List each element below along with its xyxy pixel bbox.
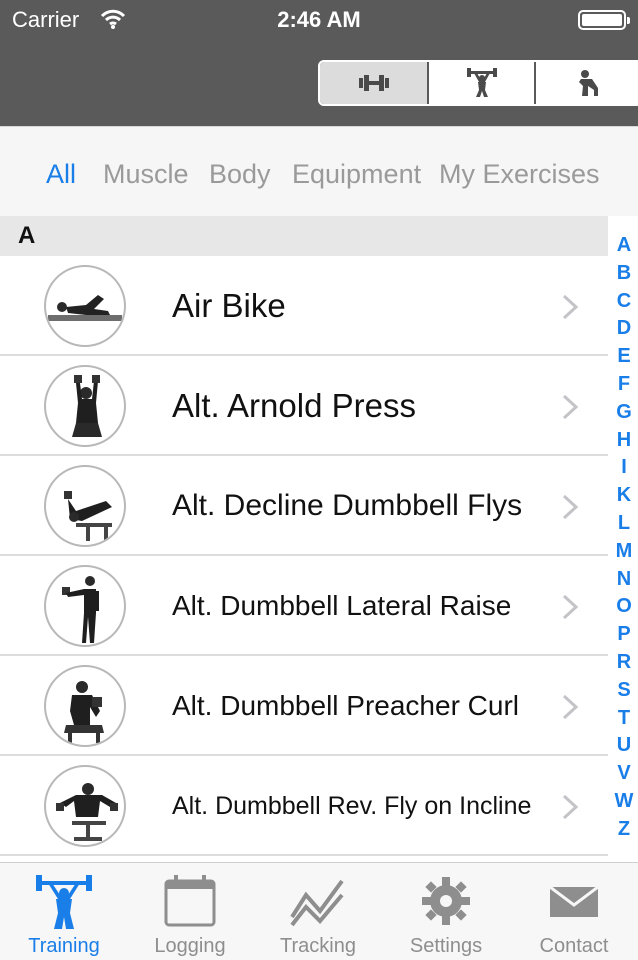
tab-label: Logging xyxy=(154,935,226,957)
index-letter[interactable]: F xyxy=(610,371,638,399)
chevron-right-icon xyxy=(562,694,579,720)
exercise-row[interactable]: Air Bike xyxy=(0,256,608,356)
tab-label: Training xyxy=(28,935,100,957)
index-letter[interactable]: N xyxy=(610,566,638,594)
index-letter[interactable]: T xyxy=(610,705,638,733)
stretch-icon xyxy=(578,70,598,96)
filter-bar: All Muscle Body Equipment My Exercises xyxy=(0,126,638,216)
navigation-header: Carrier 2:46 AM xyxy=(0,0,638,126)
exercise-thumbnail xyxy=(44,765,126,847)
exercise-name: Alt. Arnold Press xyxy=(172,387,416,424)
index-letter[interactable]: B xyxy=(610,260,638,288)
tab-settings[interactable]: Settings xyxy=(382,863,510,960)
tab-all[interactable]: All xyxy=(46,159,76,190)
exercise-name: Air Bike xyxy=(172,287,286,324)
index-letter[interactable]: L xyxy=(610,510,638,538)
index-letter[interactable]: C xyxy=(610,288,638,316)
segment-stretch[interactable] xyxy=(534,62,638,104)
exercise-name: Alt. Dumbbell Preacher Curl xyxy=(172,690,520,721)
tab-logging[interactable]: Logging xyxy=(126,863,254,960)
index-letter[interactable]: H xyxy=(610,427,638,455)
tab-label: Contact xyxy=(539,935,609,957)
envelope-icon xyxy=(549,885,599,917)
chart-line-icon xyxy=(290,879,344,927)
status-bar: Carrier 2:46 AM xyxy=(0,0,638,40)
tab-my-exercises[interactable]: My Exercises xyxy=(439,159,600,190)
index-letter[interactable]: P xyxy=(610,621,638,649)
section-header: A xyxy=(0,216,608,256)
exercise-name: Alt. Decline Dumbbell Flys xyxy=(172,489,523,522)
exercise-row[interactable]: Alt. Dumbbell Rev. Fly on Incline xyxy=(0,756,608,856)
tab-label: Settings xyxy=(409,935,483,957)
gear-icon xyxy=(422,877,470,925)
tab-body[interactable]: Body xyxy=(209,159,271,190)
index-letter[interactable]: M xyxy=(610,538,638,566)
index-letter[interactable]: W xyxy=(610,788,638,816)
tab-equipment[interactable]: Equipment xyxy=(292,159,421,190)
training-icon xyxy=(36,875,92,929)
chevron-right-icon xyxy=(562,594,579,620)
weightlifter-icon xyxy=(466,68,497,97)
tab-bar: Training Logging Tracking Settings Conta… xyxy=(0,862,638,960)
index-letter[interactable]: D xyxy=(610,315,638,343)
index-letter[interactable]: E xyxy=(610,343,638,371)
exercise-name: Alt. Dumbbell Lateral Raise xyxy=(172,590,512,621)
index-letter[interactable]: O xyxy=(610,593,638,621)
index-letter[interactable]: A xyxy=(610,232,638,260)
exercise-type-segmented-control xyxy=(318,60,638,106)
exercise-row[interactable]: Alt. Dumbbell Preacher Curl xyxy=(0,656,608,756)
index-letter[interactable]: U xyxy=(610,732,638,760)
exercise-thumbnail xyxy=(44,265,126,347)
index-letter[interactable]: S xyxy=(610,677,638,705)
calendar-icon xyxy=(164,875,216,927)
index-letter[interactable]: I xyxy=(610,454,638,482)
chevron-right-icon xyxy=(562,494,579,520)
tab-tracking[interactable]: Tracking xyxy=(254,863,382,960)
exercise-thumbnail xyxy=(44,365,126,447)
chevron-right-icon xyxy=(562,294,579,320)
exercise-row[interactable]: Alt. Decline Dumbbell Flys xyxy=(0,456,608,556)
index-letter[interactable]: V xyxy=(610,760,638,788)
tab-contact[interactable]: Contact xyxy=(510,863,638,960)
segment-weightlifter[interactable] xyxy=(427,62,534,104)
index-letter[interactable]: K xyxy=(610,482,638,510)
index-letter[interactable]: R xyxy=(610,649,638,677)
clock: 2:46 AM xyxy=(277,7,361,32)
chevron-right-icon xyxy=(562,794,579,820)
exercise-row[interactable]: Alt. Dumbbell Lateral Raise xyxy=(0,556,608,656)
exercise-row[interactable]: Alt. Arnold Press xyxy=(0,356,608,456)
battery-icon xyxy=(578,10,630,30)
dumbbell-icon xyxy=(358,75,389,91)
index-letter[interactable]: G xyxy=(610,399,638,427)
chevron-right-icon xyxy=(562,394,579,420)
tab-label: Tracking xyxy=(280,935,356,957)
tab-muscle[interactable]: Muscle xyxy=(103,159,189,190)
segment-dumbbell[interactable] xyxy=(320,62,427,104)
row-divider xyxy=(0,854,608,856)
tab-training[interactable]: Training xyxy=(0,863,128,960)
section-index[interactable]: ABCDEFGHIKLMNOPRSTUVWZ xyxy=(610,232,638,844)
exercise-thumbnail xyxy=(44,465,126,547)
exercise-name: Alt. Dumbbell Rev. Fly on Incline xyxy=(172,792,532,820)
exercise-thumbnail xyxy=(44,565,126,647)
index-letter[interactable]: Z xyxy=(610,816,638,844)
exercise-thumbnail xyxy=(44,665,126,747)
